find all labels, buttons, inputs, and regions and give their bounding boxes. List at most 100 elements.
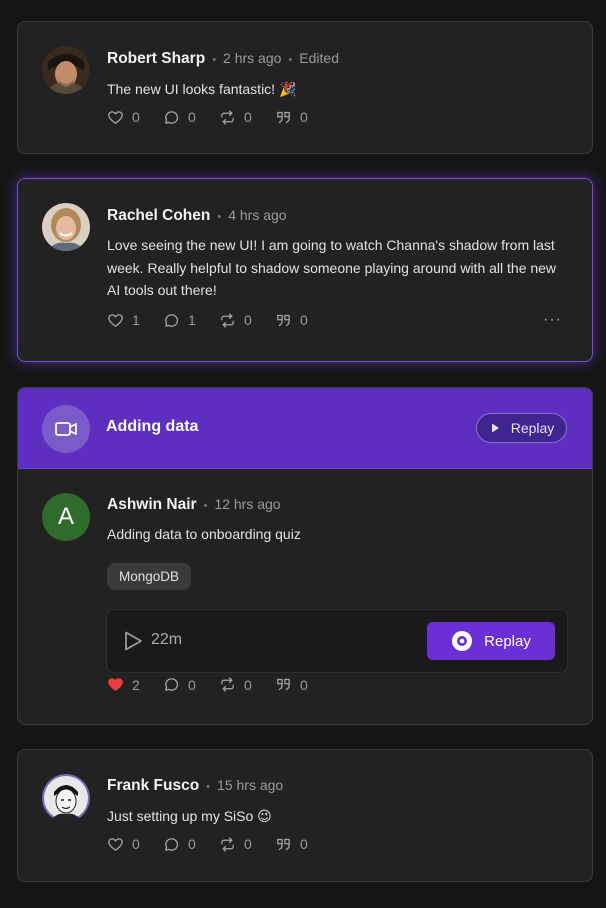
replay-player: 22m Replay [106,609,568,673]
session-title: Adding data [106,418,199,435]
session-header: Adding data Replay [18,388,592,469]
session-card: Adding data Replay A Ashwin Nair • 12 hr… [17,387,593,725]
comment-button[interactable]: 1 [163,312,219,329]
quote-icon [275,109,292,126]
post-text: Love seeing the new UI! I am going to wa… [107,234,592,302]
repost-count: 0 [244,676,252,693]
play-icon[interactable] [122,630,144,652]
post-actions: 0 0 0 0 [107,836,592,853]
like-count: 0 [132,109,140,125]
quote-count: 0 [300,109,308,125]
author-name[interactable]: Rachel Cohen [107,207,210,225]
post-text: The new UI looks fantastic! 🎉 [107,81,297,97]
repost-button[interactable]: 0 [219,312,275,329]
like-button[interactable]: 0 [107,109,163,126]
session-replay-button[interactable]: Replay [476,413,567,443]
comment-icon [163,676,180,693]
comment-count: 0 [188,676,196,693]
avatar[interactable]: A [42,493,90,541]
like-button[interactable]: 0 [107,836,163,853]
replay-button[interactable]: Replay [427,622,555,660]
video-camera-icon [42,405,90,453]
repost-icon [219,312,236,329]
quote-button[interactable]: 0 [275,109,331,126]
post-text: Adding data to onboarding quiz [107,526,301,542]
heart-icon [107,312,124,329]
session-replay-label: Replay [510,420,555,436]
repost-button[interactable]: 0 [219,836,275,853]
post-time: 2 hrs ago [223,50,282,66]
quote-icon [275,676,292,693]
quote-icon [275,312,292,329]
post: Robert Sharp • 2 hrs ago • Edited The ne… [18,22,592,126]
comment-button[interactable]: 0 [163,836,219,853]
quote-count: 0 [300,836,308,852]
post: Frank Fusco • 15 hrs ago Just setting up… [18,750,592,853]
comment-icon [163,312,180,329]
more-options-icon[interactable]: ··· [543,311,562,329]
repost-icon [219,676,236,693]
avatar[interactable] [42,46,90,94]
replay-button-label: Replay [484,632,531,650]
post-card-highlighted: Rachel Cohen • 4 hrs ago Love seeing the… [17,178,593,362]
post-card: Robert Sharp • 2 hrs ago • Edited The ne… [17,21,593,154]
post-actions: 0 0 0 0 [107,109,592,126]
avatar[interactable] [42,774,90,822]
post-actions: 2 0 0 0 [107,676,331,693]
post: A Ashwin Nair • 12 hrs ago Adding data t… [18,469,592,725]
quote-button[interactable]: 0 [275,836,331,853]
repost-icon [219,836,236,853]
comment-icon [163,836,180,853]
avatar-letter: A [57,503,74,530]
comment-count: 0 [188,109,196,125]
tag-chip[interactable]: MongoDB [107,562,192,590]
separator-dot: • [206,781,211,793]
author-name[interactable]: Ashwin Nair [107,496,197,514]
like-button[interactable]: 1 [107,312,163,329]
heart-icon [107,836,124,853]
quote-icon [275,836,292,853]
post-time: 12 hrs ago [214,496,281,512]
like-button[interactable]: 2 [107,676,163,693]
post-text-line: week. Really helpful to shadow someone p… [107,259,557,276]
separator-dot: • [203,500,208,512]
replay-duration: 22m [151,631,183,648]
avatar[interactable] [42,203,90,251]
author-name[interactable]: Robert Sharp [107,50,205,68]
quote-count: 0 [300,312,308,328]
like-count: 1 [132,312,140,328]
post-time: 4 hrs ago [228,207,287,223]
separator-dot: • [288,54,293,66]
separator-dot: • [212,54,217,66]
post-time: 15 hrs ago [217,777,284,793]
comment-icon [163,109,180,126]
quote-button[interactable]: 0 [275,676,331,693]
quote-button[interactable]: 0 [275,312,331,329]
like-count: 2 [132,676,140,693]
repost-icon [219,109,236,126]
heart-icon [107,109,124,126]
edited-label: Edited [299,50,339,66]
comment-button[interactable]: 0 [163,109,219,126]
like-count: 0 [132,836,140,852]
post-actions: 1 1 0 0 ··· [107,311,592,329]
post-text: Just setting up my SiSo 😉 [107,808,272,824]
repost-count: 0 [244,836,252,852]
post-header: Ashwin Nair • 12 hrs ago [107,496,592,514]
repost-button[interactable]: 0 [219,676,275,693]
comment-button[interactable]: 0 [163,676,219,693]
post-text-line: Love seeing the new UI! I am going to wa… [107,237,555,253]
eye-icon [452,631,473,651]
tag-list: MongoDB [107,562,592,590]
repost-count: 0 [244,312,252,328]
post-card: Frank Fusco • 15 hrs ago Just setting up… [17,749,593,882]
post-header: Robert Sharp • 2 hrs ago • Edited [107,50,592,68]
author-name[interactable]: Frank Fusco [107,777,199,795]
post-header: Frank Fusco • 15 hrs ago [107,777,592,795]
post-header: Rachel Cohen • 4 hrs ago [107,207,592,225]
post: Rachel Cohen • 4 hrs ago Love seeing the… [18,179,592,329]
comment-count: 0 [188,836,196,852]
repost-button[interactable]: 0 [219,109,275,126]
separator-dot: • [217,211,222,223]
comment-count: 1 [188,312,196,328]
